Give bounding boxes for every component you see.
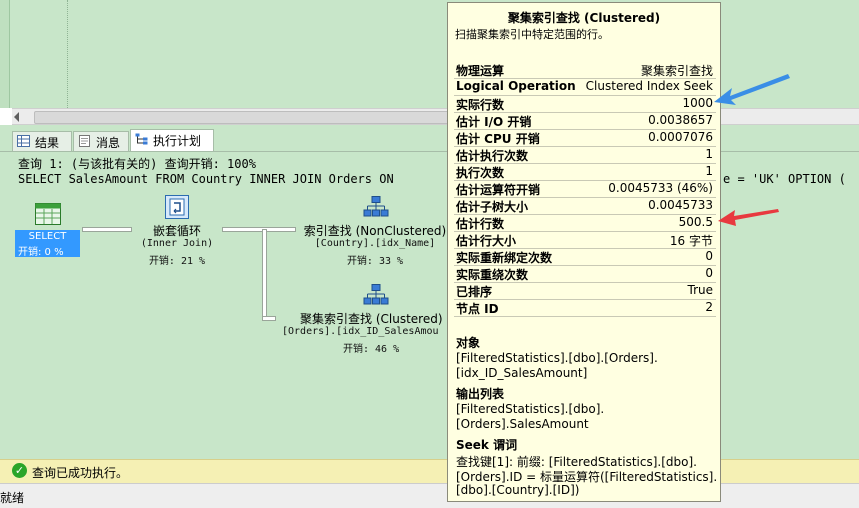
red-annotation-arrow-icon xyxy=(718,209,779,226)
tab-results-label: 结果 xyxy=(35,136,60,150)
ready-status: 就绪 xyxy=(0,491,25,505)
seek-predicate-text: [dbo].[Country].[ID]) xyxy=(456,483,580,497)
grid-icon xyxy=(17,135,30,147)
plan-query-cost: 查询 1: (与该批有关的) 查询开销: 100% xyxy=(18,157,256,171)
object-text: [FilteredStatistics].[dbo].[Orders]. xyxy=(456,351,658,365)
index-seek-cost: 开销: 33 % xyxy=(346,256,404,267)
object-heading: 对象 xyxy=(456,336,481,350)
blue-annotation-arrow-icon xyxy=(714,74,790,105)
plan-query-text: SELECT SalesAmount FROM Country INNER JO… xyxy=(18,172,394,186)
operator-tooltip: 聚集索引查找 (Clustered) 扫描聚集索引中特定范围的行。 物理运算 聚集… xyxy=(447,2,721,502)
property-row: 物理运算 聚集索引查找 xyxy=(454,61,716,79)
plan-connector xyxy=(262,229,267,321)
editor-guide-line xyxy=(67,0,68,108)
nested-loops-label: 嵌套循环 xyxy=(152,224,201,238)
property-row: 已排序 True xyxy=(454,282,716,300)
tooltip-title: 聚集索引查找 (Clustered) xyxy=(507,11,661,25)
property-row: Logical Operation Clustered Index Seek xyxy=(454,78,716,96)
tab-execution-plan[interactable]: 执行计划 xyxy=(130,129,214,151)
plan-query-text-tail: e = 'UK' OPTION ( xyxy=(723,172,846,186)
property-row: 实际重绕次数 0 xyxy=(454,265,716,283)
tab-results[interactable]: 结果 xyxy=(12,131,72,151)
property-row: 节点 ID 2 xyxy=(454,299,716,317)
output-list-text: [Orders].SalesAmount xyxy=(456,417,589,431)
seek-predicate-heading: Seek 谓词 xyxy=(456,438,518,452)
editor-gutter xyxy=(0,0,10,108)
horizontal-scrollbar[interactable] xyxy=(12,108,859,125)
app-status-bar: 就绪 xyxy=(0,483,859,508)
select-operator-cost: 开销: 0 % xyxy=(18,247,64,258)
status-message: 查询已成功执行。 xyxy=(32,466,129,480)
property-row: 估计行数 500.5 xyxy=(454,214,716,232)
message-icon xyxy=(79,135,90,147)
select-operator-label: SELECT xyxy=(28,231,67,242)
object-text: [idx_ID_SalesAmount] xyxy=(456,366,588,380)
success-check-icon: ✓ xyxy=(12,463,27,478)
query-status-bar: ✓ 查询已成功执行。 xyxy=(0,459,859,483)
nested-loops-join-type: (Inner Join) xyxy=(140,238,214,249)
select-operator[interactable]: SELECT 开销: 0 % xyxy=(15,230,80,258)
execution-plan-icon xyxy=(135,133,148,145)
property-row: 估计 CPU 开销 0.0007076 xyxy=(454,129,716,147)
select-operator-icon[interactable] xyxy=(35,203,61,225)
property-row: 估计运算符开销 0.0045733 (46%) xyxy=(454,180,716,198)
property-row: 估计执行次数 1 xyxy=(454,146,716,164)
plan-connector xyxy=(262,316,276,321)
tab-messages-label: 消息 xyxy=(96,136,121,150)
execution-plan-pane[interactable]: 查询 1: (与该批有关的) 查询开销: 100% SELECT SalesAm… xyxy=(0,151,859,460)
property-row: 执行次数 1 xyxy=(454,163,716,181)
nested-loops-cost: 开销: 21 % xyxy=(148,256,206,267)
scroll-left-arrow-icon[interactable] xyxy=(14,112,19,122)
clustered-index-seek-icon[interactable] xyxy=(363,284,389,306)
clustered-seek-object: [Orders].[idx_ID_SalesAmou xyxy=(282,326,439,337)
output-list-heading: 输出列表 xyxy=(456,387,505,401)
output-list-text: [FilteredStatistics].[dbo]. xyxy=(456,402,605,416)
property-row: 估计行大小 16 字节 xyxy=(454,231,716,249)
index-seek-object: [Country].[idx_Name] xyxy=(314,238,436,249)
property-row: 估计子树大小 0.0045733 xyxy=(454,197,716,215)
property-row: 实际行数 1000 xyxy=(454,95,716,113)
tooltip-description: 扫描聚集索引中特定范围的行。 xyxy=(455,28,609,41)
tab-messages[interactable]: 消息 xyxy=(73,131,129,151)
tab-execution-plan-label: 执行计划 xyxy=(153,134,202,148)
property-row: 估计 I/O 开销 0.0038657 xyxy=(454,112,716,130)
index-seek-label: 索引查找 (NonClustered) xyxy=(303,224,447,238)
result-tabs: 结果 消息 执行计划 xyxy=(0,125,859,151)
nested-loops-icon[interactable] xyxy=(165,195,189,219)
property-row: 实际重新绑定次数 0 xyxy=(454,248,716,266)
index-seek-icon[interactable] xyxy=(363,196,389,218)
scrollbar-thumb[interactable] xyxy=(34,111,456,124)
